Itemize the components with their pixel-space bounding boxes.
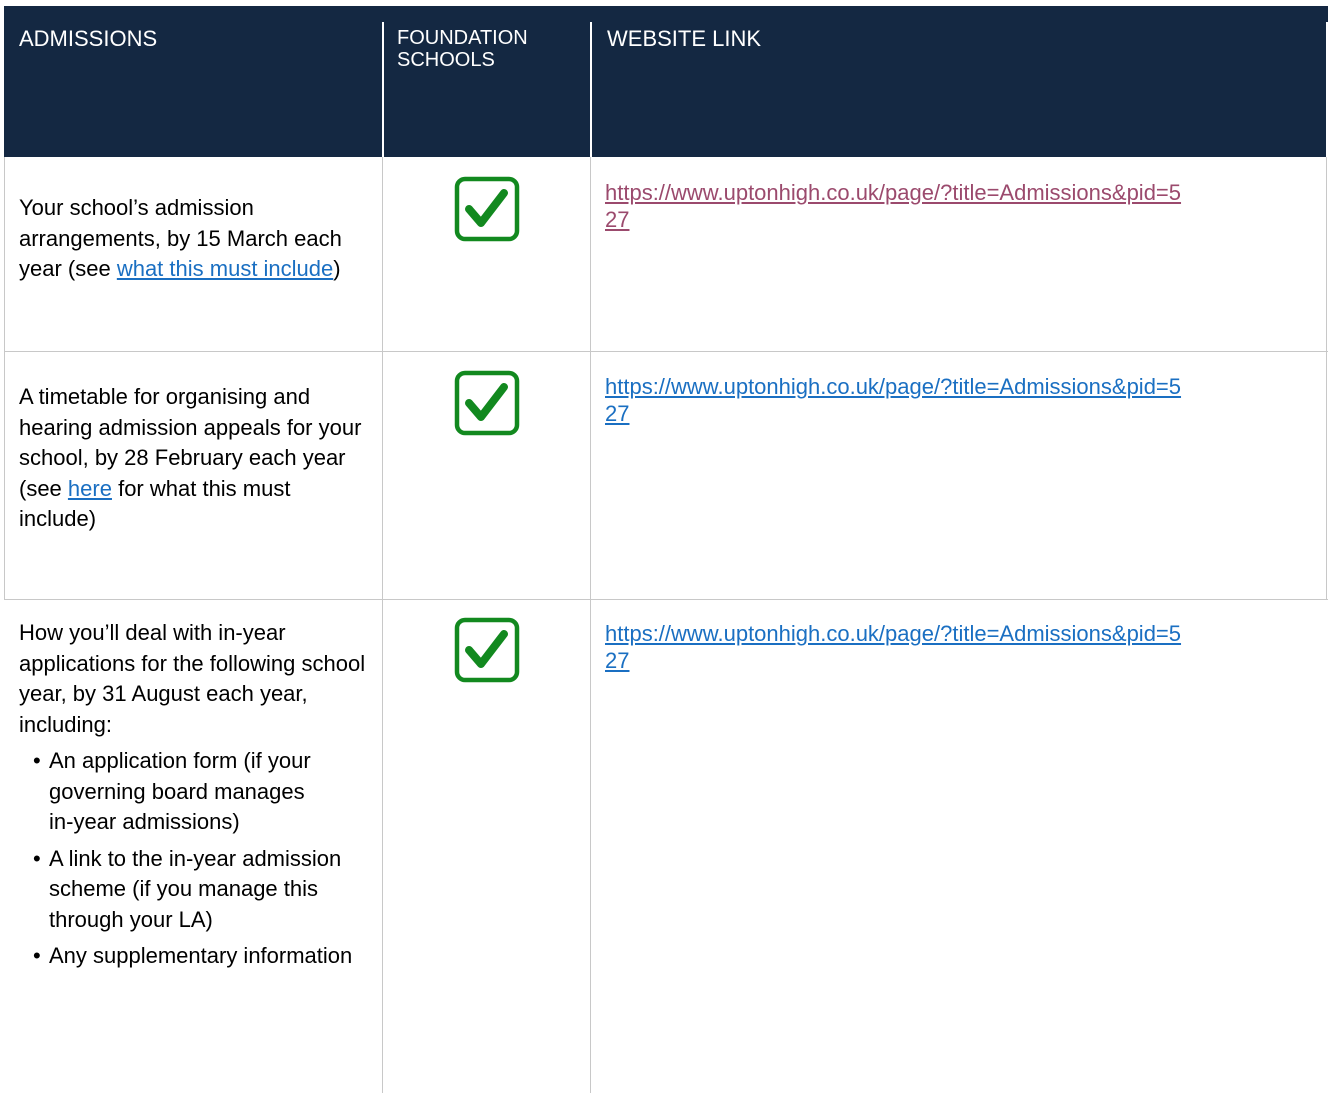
website-link[interactable]: https://www.uptonhigh.co.uk/page/?title=… bbox=[605, 620, 1315, 674]
header-divider bbox=[590, 22, 592, 157]
website-link-line: 27 bbox=[605, 648, 630, 673]
list-item-text: Any supplementary information bbox=[49, 943, 353, 968]
checked-box-icon[interactable] bbox=[454, 617, 520, 683]
website-link-line: https://www.uptonhigh.co.uk/page/?title=… bbox=[605, 180, 1182, 205]
header-foundation-line1: FOUNDATION bbox=[397, 27, 528, 49]
website-link-line: 27 bbox=[605, 401, 630, 426]
bullet-icon: • bbox=[33, 845, 41, 871]
checked-box-icon[interactable] bbox=[454, 370, 520, 436]
requirement-bullets: • An application form (if your governing … bbox=[19, 746, 369, 972]
website-link-line: https://www.uptonhigh.co.uk/page/?title=… bbox=[605, 621, 1182, 646]
requirement-text: How you’ll deal with in-year application… bbox=[19, 618, 369, 978]
list-item: • A link to the in-year admission scheme … bbox=[33, 844, 369, 936]
list-item-text: A link to the in-year admission scheme (… bbox=[49, 845, 342, 932]
grid-line bbox=[1326, 157, 1327, 599]
row-divider bbox=[4, 599, 1328, 600]
row-divider bbox=[4, 351, 1328, 352]
table-header: ADMISSIONS FOUNDATION SCHOOLS WEBSITE LI… bbox=[4, 6, 1328, 157]
grid-line bbox=[4, 157, 5, 599]
requirement-text-part: How you’ll deal with in-year application… bbox=[19, 620, 366, 737]
header-foundation-schools: FOUNDATION SCHOOLS bbox=[397, 27, 528, 71]
requirement-link[interactable]: here bbox=[68, 476, 112, 501]
header-foundation-line2: SCHOOLS bbox=[397, 49, 495, 71]
website-link-line: https://www.uptonhigh.co.uk/page/?title=… bbox=[605, 374, 1182, 399]
header-divider bbox=[382, 22, 384, 157]
list-item-text: in-year admissions) bbox=[49, 809, 240, 834]
requirement-text-part: ) bbox=[333, 256, 341, 281]
admissions-table: ADMISSIONS FOUNDATION SCHOOLS WEBSITE LI… bbox=[4, 6, 1328, 1093]
requirement-text: A timetable for organising and hearing a… bbox=[19, 382, 369, 535]
list-item-text: An application form (if your governing b… bbox=[49, 748, 311, 804]
header-website-link: WEBSITE LINK bbox=[607, 26, 762, 51]
grid-line bbox=[382, 157, 383, 1093]
grid-line bbox=[590, 157, 591, 1093]
website-link[interactable]: https://www.uptonhigh.co.uk/page/?title=… bbox=[605, 373, 1315, 427]
header-divider bbox=[1326, 22, 1328, 157]
list-item: • Any supplementary information bbox=[33, 941, 369, 972]
website-link[interactable]: https://www.uptonhigh.co.uk/page/?title=… bbox=[605, 179, 1315, 233]
requirement-link[interactable]: what this must include bbox=[117, 256, 333, 281]
bullet-icon: • bbox=[33, 943, 41, 968]
requirement-text: Your school’s admission arrangements, by… bbox=[19, 193, 369, 285]
list-item: • An application form (if your governing … bbox=[33, 746, 369, 838]
header-admissions: ADMISSIONS bbox=[19, 26, 158, 51]
checked-box-icon[interactable] bbox=[454, 176, 520, 242]
bullet-icon: • bbox=[33, 748, 41, 773]
website-link-line: 27 bbox=[605, 207, 630, 232]
